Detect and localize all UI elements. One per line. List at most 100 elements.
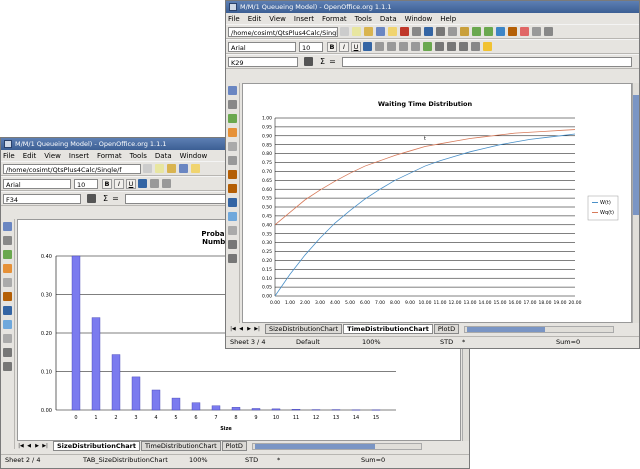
sort-icon[interactable]: [228, 170, 237, 179]
tools-icon[interactable]: [228, 142, 237, 151]
function-wizard-icon[interactable]: [87, 194, 96, 203]
sum-icon[interactable]: Σ: [320, 57, 325, 66]
font-color-icon[interactable]: [363, 42, 372, 51]
next-sheet-icon[interactable]: ▶: [33, 442, 41, 450]
align-center-icon[interactable]: [387, 42, 396, 51]
front-font-name-field[interactable]: Arial: [228, 41, 296, 52]
pencil-icon[interactable]: [3, 264, 12, 273]
navigator-icon[interactable]: [3, 334, 12, 343]
underline-button[interactable]: U: [126, 178, 136, 189]
last-sheet-icon[interactable]: ▶|: [41, 442, 49, 450]
back-menu-format[interactable]: Format: [97, 152, 122, 160]
filter-icon[interactable]: [228, 184, 237, 193]
front-status-mode[interactable]: STD: [440, 338, 453, 346]
front-path-field[interactable]: /home/cosimt/QtsPlus4Calc/Single/f: [228, 26, 338, 37]
front-tab-time-distribution[interactable]: TimeDistributionChart: [343, 324, 433, 334]
front-menu-view[interactable]: View: [269, 15, 286, 23]
chart-icon[interactable]: [3, 250, 12, 259]
spellcheck-icon[interactable]: [424, 27, 433, 36]
find-icon[interactable]: [3, 320, 12, 329]
front-title-bar[interactable]: M/M/1 Queueing Model) - OpenOffice.org 1…: [226, 1, 639, 13]
sort-descending-icon[interactable]: [228, 254, 237, 263]
justify-icon[interactable]: [411, 42, 420, 51]
back-menu-tools[interactable]: Tools: [130, 152, 147, 160]
front-font-size-field[interactable]: 10: [299, 41, 323, 52]
back-tab-plot[interactable]: PlotD: [221, 441, 247, 451]
next-sheet-icon[interactable]: ▶: [245, 325, 253, 333]
hyperlink-icon[interactable]: [496, 27, 505, 36]
back-font-size-field[interactable]: 10: [74, 178, 98, 189]
bold-button[interactable]: B: [102, 178, 112, 189]
dropdown-arrow-icon[interactable]: [340, 27, 349, 36]
pencil-icon[interactable]: [228, 128, 237, 137]
spellcheck-icon[interactable]: [3, 306, 12, 315]
decimal-icon[interactable]: [447, 42, 456, 51]
front-menu-insert[interactable]: Insert: [294, 15, 314, 23]
cut-icon[interactable]: [436, 27, 445, 36]
function-wizard-icon[interactable]: [304, 57, 313, 66]
chart-icon[interactable]: [228, 114, 237, 123]
paste-icon[interactable]: [228, 86, 237, 95]
align-left-icon[interactable]: [150, 179, 159, 188]
find-icon[interactable]: [228, 212, 237, 221]
equals-icon[interactable]: =: [329, 57, 336, 66]
back-menu-insert[interactable]: Insert: [69, 152, 89, 160]
back-tab-time-distribution[interactable]: TimeDistributionChart: [140, 441, 221, 451]
italic-button[interactable]: I: [114, 178, 124, 189]
sort-ascending-icon[interactable]: [3, 348, 12, 357]
sort-icon[interactable]: [3, 292, 12, 301]
first-sheet-icon[interactable]: |◀: [17, 442, 25, 450]
back-path-field[interactable]: /home/cosimt/QtsPlus4Calc/Single/f: [3, 163, 141, 174]
front-horizontal-scrollbar[interactable]: [464, 325, 615, 333]
save-icon[interactable]: [179, 164, 188, 173]
navigator-icon[interactable]: [228, 226, 237, 235]
front-menu-format[interactable]: Format: [322, 15, 347, 23]
paste-icon[interactable]: [3, 222, 12, 231]
tools-icon[interactable]: [3, 278, 12, 287]
back-menu-edit[interactable]: Edit: [23, 152, 37, 160]
back-menu-window[interactable]: Window: [180, 152, 208, 160]
copy-icon[interactable]: [448, 27, 457, 36]
sum-icon[interactable]: Σ: [103, 194, 108, 203]
undo-icon[interactable]: [472, 27, 481, 36]
dropdown-arrow-icon[interactable]: [143, 164, 152, 173]
align-right-icon[interactable]: [399, 42, 408, 51]
align-center-icon[interactable]: [162, 179, 171, 188]
back-horizontal-scrollbar[interactable]: [251, 442, 422, 450]
back-status-zoom[interactable]: 100%: [189, 456, 208, 464]
back-menu-view[interactable]: View: [44, 152, 61, 160]
align-left-icon[interactable]: [375, 42, 384, 51]
prev-sheet-icon[interactable]: ◀: [237, 325, 245, 333]
font-color-icon[interactable]: [138, 179, 147, 188]
redo-icon[interactable]: [484, 27, 493, 36]
last-sheet-icon[interactable]: ▶|: [253, 325, 261, 333]
front-chart-area[interactable]: Waiting Time Distribution 0.00 0.05 0.10 0.1…: [242, 83, 632, 323]
form-icon[interactable]: [228, 156, 237, 165]
table-icon[interactable]: [3, 236, 12, 245]
front-status-zoom[interactable]: 100%: [362, 338, 381, 346]
front-cell-ref-field[interactable]: K29: [228, 56, 298, 67]
edit-file-icon[interactable]: [388, 27, 397, 36]
front-formula-input[interactable]: [341, 56, 632, 67]
borders-icon[interactable]: [471, 42, 480, 51]
sort-icon[interactable]: [508, 27, 517, 36]
underline-button[interactable]: U: [351, 41, 361, 52]
gallery-icon[interactable]: [544, 27, 553, 36]
italic-button[interactable]: I: [339, 41, 349, 52]
navigator-icon[interactable]: [532, 27, 541, 36]
front-menu-help[interactable]: Help: [440, 15, 456, 23]
front-tab-plot[interactable]: PlotD: [433, 324, 460, 334]
front-menu-window[interactable]: Window: [405, 15, 433, 23]
chart-icon[interactable]: [520, 27, 529, 36]
paste-icon[interactable]: [460, 27, 469, 36]
sort-descending-icon[interactable]: [3, 362, 12, 371]
edit-file-icon[interactable]: [191, 164, 200, 173]
spellcheck-icon[interactable]: [228, 198, 237, 207]
print-icon[interactable]: [412, 27, 421, 36]
front-tab-size-distribution[interactable]: SizeDistributionChart: [265, 324, 343, 334]
table-icon[interactable]: [228, 100, 237, 109]
save-icon[interactable]: [376, 27, 385, 36]
back-status-mode[interactable]: STD: [245, 456, 258, 464]
background-color-icon[interactable]: [483, 42, 492, 51]
bold-button[interactable]: B: [327, 41, 337, 52]
